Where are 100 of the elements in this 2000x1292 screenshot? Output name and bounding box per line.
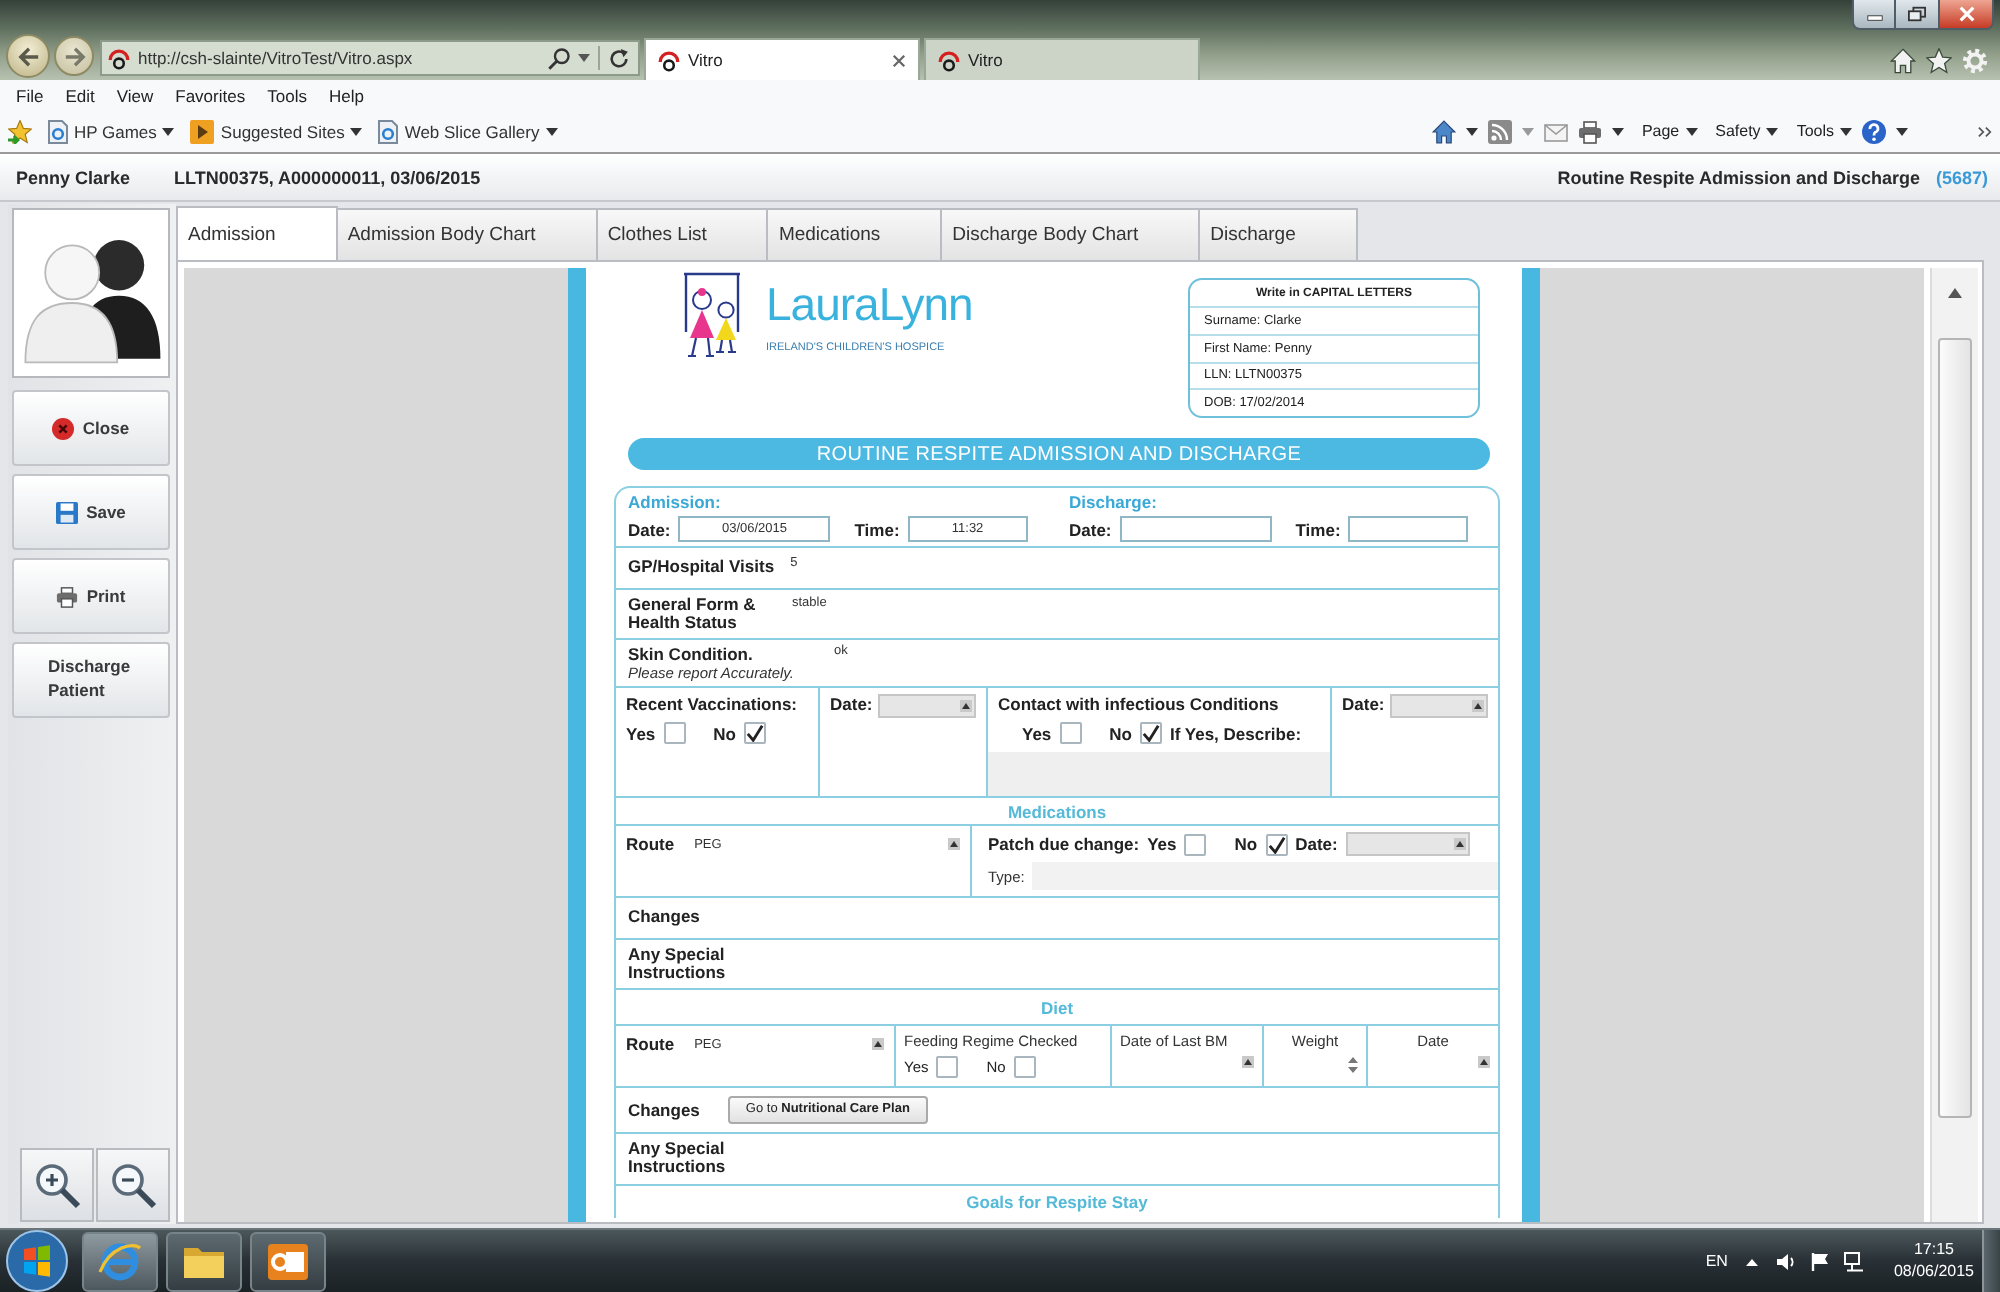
menu-item[interactable]: File: [16, 85, 44, 105]
restore-icon: [1908, 6, 1926, 22]
spinner-icon[interactable]: [1348, 1056, 1358, 1074]
menu-item[interactable]: Tools: [267, 85, 307, 105]
settings-icon[interactable]: [1962, 47, 1988, 73]
form-tab[interactable]: Clothes List: [595, 208, 769, 260]
start-button-icon[interactable]: [6, 1230, 68, 1292]
menu-item[interactable]: View: [116, 85, 154, 105]
flag-icon[interactable]: [1809, 1251, 1830, 1271]
checkbox[interactable]: [744, 722, 766, 744]
field-label: Time:: [854, 519, 900, 539]
form-tab[interactable]: Admission Body Chart: [335, 208, 598, 260]
close-icon[interactable]: [892, 53, 906, 67]
caret-icon[interactable]: [1840, 127, 1852, 135]
browser-tab[interactable]: Vitro: [644, 38, 920, 80]
sidebar-button[interactable]: Print: [12, 558, 170, 634]
describe-field[interactable]: [988, 752, 1330, 796]
scroll-up-icon[interactable]: [1948, 288, 1962, 298]
favorites-star-icon[interactable]: [8, 119, 32, 143]
show-desktop-button[interactable]: [1982, 1230, 2000, 1292]
checkbox[interactable]: [936, 1056, 959, 1078]
maximize-button[interactable]: [1896, 0, 1940, 30]
checkbox[interactable]: [1013, 1056, 1036, 1078]
taskbar-app-button[interactable]: [250, 1231, 326, 1291]
caret-icon[interactable]: [578, 54, 590, 62]
minimize-button[interactable]: [1852, 0, 1896, 30]
scrollbar-thumb[interactable]: [1938, 338, 1972, 1118]
mail-icon[interactable]: [1543, 119, 1568, 143]
home-icon[interactable]: [1890, 47, 1916, 73]
home-icon[interactable]: [1431, 119, 1456, 143]
caret-icon[interactable]: [350, 127, 363, 135]
browser-tab[interactable]: Vitro: [924, 38, 1200, 80]
language-indicator[interactable]: EN: [1705, 1252, 1728, 1270]
form-tab[interactable]: Discharge: [1198, 208, 1358, 260]
chevron-icon[interactable]: [1978, 125, 1992, 137]
favorite-link[interactable]: HP Games: [48, 119, 175, 143]
sidebar-button[interactable]: Discharge Patient: [12, 642, 170, 718]
dropdown-arrow-icon[interactable]: [1242, 1056, 1254, 1068]
network-icon[interactable]: [1843, 1251, 1864, 1271]
up-arrow-icon[interactable]: [948, 838, 960, 850]
mail-app-icon: [266, 1239, 310, 1283]
search-icon[interactable]: [548, 47, 570, 69]
dropdown-arrow-icon[interactable]: [960, 700, 972, 712]
site-icon: [658, 49, 680, 71]
scrollbar[interactable]: [1930, 268, 1978, 1222]
checkbox[interactable]: [1184, 833, 1207, 855]
close-window-button[interactable]: [1940, 0, 1994, 30]
taskbar-app-button[interactable]: [166, 1231, 242, 1291]
help-icon[interactable]: [1862, 119, 1886, 143]
left-arrow-icon: [17, 45, 39, 67]
dropdown-arrow-icon[interactable]: [1472, 700, 1484, 712]
dropdown-arrow-icon[interactable]: [1453, 838, 1466, 850]
form-tab[interactable]: Discharge Body Chart: [940, 208, 1201, 260]
speaker-icon[interactable]: [1775, 1251, 1796, 1271]
back-button[interactable]: [6, 34, 50, 78]
caret-icon[interactable]: [1611, 127, 1624, 135]
up-arrow-icon[interactable]: [872, 1038, 884, 1050]
dropdown-arrow-icon[interactable]: [1478, 1056, 1490, 1068]
zoom-in-button[interactable]: [20, 1148, 94, 1222]
time-field[interactable]: [1348, 516, 1469, 542]
patient-details: LLTN00375, A000000011, 03/06/2015: [174, 167, 481, 187]
zoom-out-button[interactable]: [96, 1148, 170, 1222]
star-icon[interactable]: [1926, 47, 1952, 73]
taskbar-app-button[interactable]: [82, 1231, 158, 1291]
date-field[interactable]: [878, 694, 976, 718]
clock-date[interactable]: 08/06/2015: [1893, 1261, 1974, 1282]
field-label: Route: [626, 1034, 675, 1054]
sidebar-button[interactable]: Close: [12, 390, 170, 466]
checkbox[interactable]: [1265, 833, 1288, 855]
caret-icon[interactable]: [545, 127, 558, 135]
caret-icon[interactable]: [162, 127, 175, 135]
menu-item[interactable]: Edit: [65, 85, 95, 105]
checkbox[interactable]: [1059, 722, 1082, 744]
menu-item[interactable]: Favorites: [175, 85, 246, 105]
clock-time[interactable]: 17:15: [1913, 1240, 1954, 1261]
checkbox[interactable]: [663, 722, 686, 744]
favorite-link[interactable]: Web Slice Gallery: [378, 119, 558, 143]
command-menu[interactable]: Page: [1641, 122, 1698, 140]
option-label: Yes: [1147, 834, 1177, 854]
caret-icon[interactable]: [1766, 127, 1779, 135]
menu-item[interactable]: Help: [328, 85, 364, 105]
caret-icon[interactable]: [1465, 127, 1478, 135]
refresh-icon[interactable]: [608, 47, 630, 69]
field-label: Date:: [1342, 694, 1385, 718]
date-field[interactable]: [1390, 694, 1488, 718]
form-tab[interactable]: Medications: [766, 208, 943, 260]
command-menu[interactable]: Tools: [1796, 122, 1852, 140]
forward-button[interactable]: [54, 36, 94, 76]
caret-icon[interactable]: [1896, 127, 1908, 135]
sidebar-button[interactable]: Save: [12, 474, 170, 550]
checkbox[interactable]: [1140, 722, 1162, 744]
type-field[interactable]: [1032, 862, 1498, 890]
date-field[interactable]: [1345, 832, 1470, 856]
command-menu[interactable]: Safety: [1715, 122, 1779, 140]
address-bar[interactable]: http://csh-slainte/VitroTest/Vitro.aspx: [100, 40, 640, 76]
caret-icon[interactable]: [1685, 127, 1698, 135]
feed-icon[interactable]: [1487, 119, 1512, 143]
date-field[interactable]: [1119, 516, 1272, 542]
favorite-link[interactable]: Suggested Sites: [190, 119, 363, 143]
form-tab[interactable]: Admission: [176, 206, 338, 260]
